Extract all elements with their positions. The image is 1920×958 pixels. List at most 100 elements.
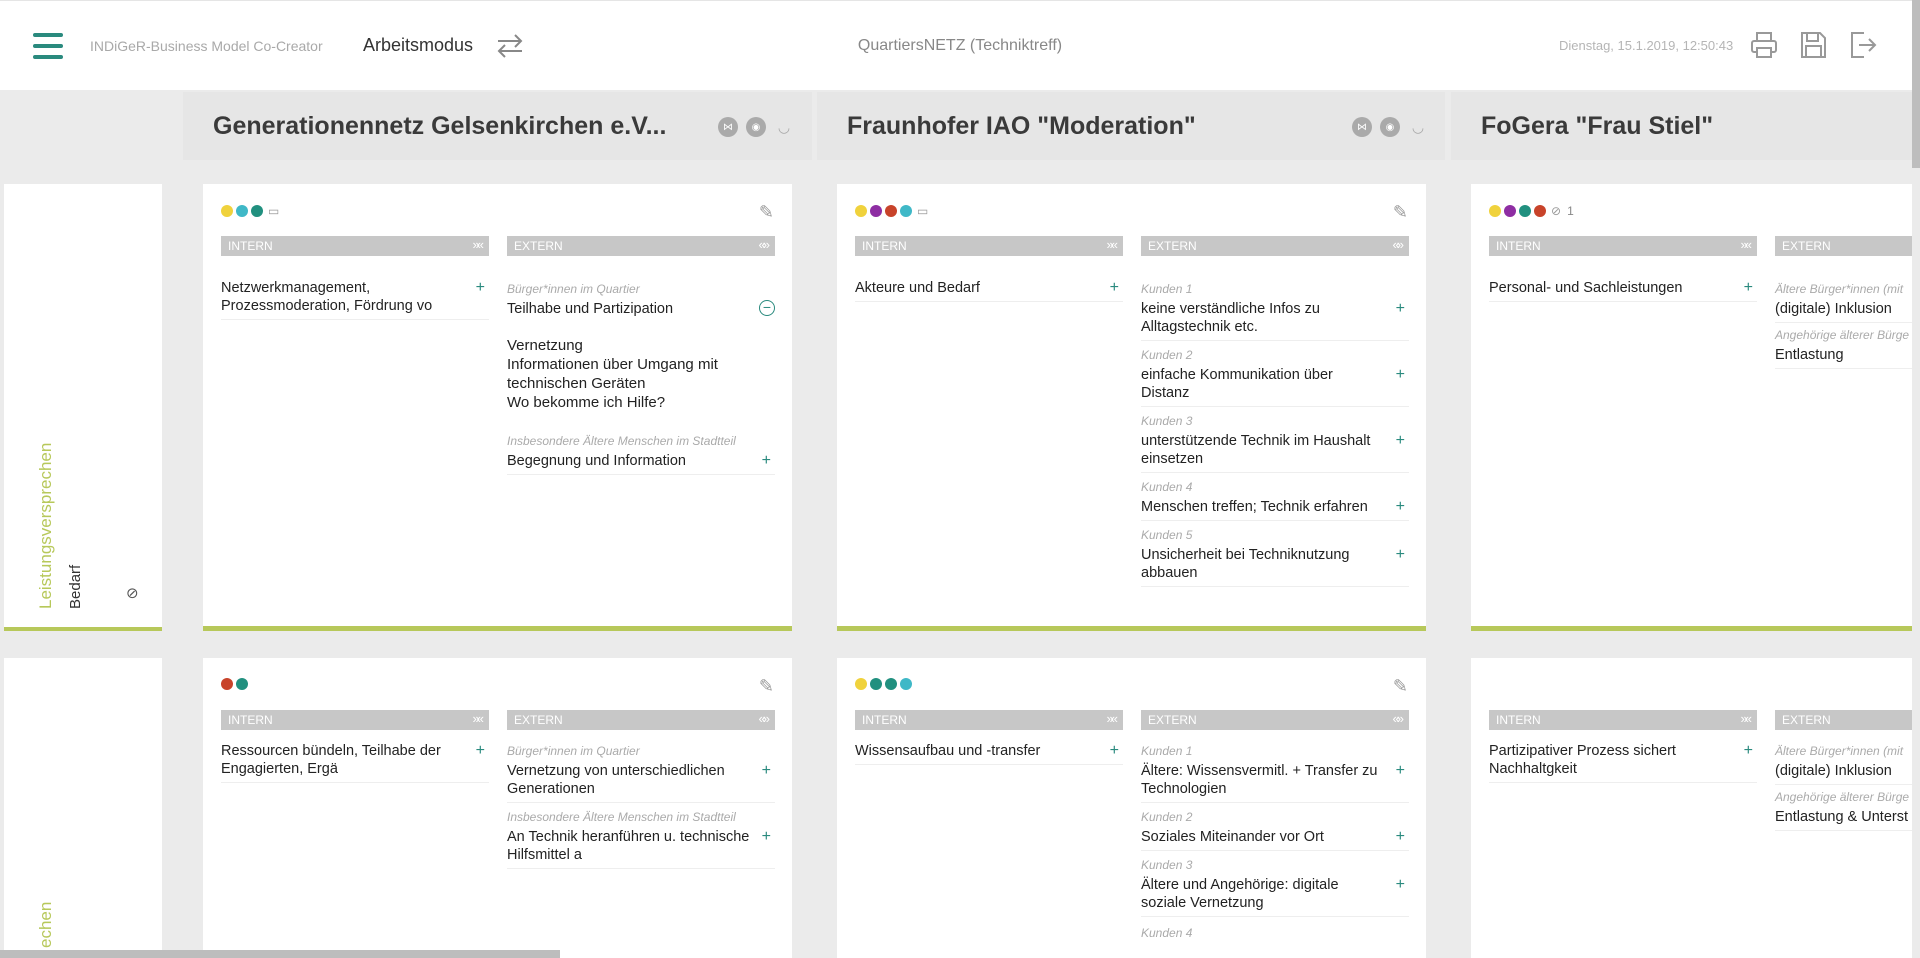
add-icon[interactable]: +	[1396, 366, 1405, 384]
expand-icon[interactable]: ◉	[1380, 117, 1400, 137]
tab-extern[interactable]: EXTERN	[1775, 710, 1912, 730]
tag-dot[interactable]	[221, 678, 233, 690]
extern-item[interactable]: Vernetzung von unterschiedlichen Generat…	[507, 762, 775, 803]
extern-item[interactable]: Entlastung & Unterst	[1775, 808, 1912, 831]
edit-pencil-icon[interactable]: ✎	[759, 202, 774, 223]
tab-intern[interactable]: INTERN »«	[1489, 236, 1757, 256]
tag-dot[interactable]	[221, 205, 233, 217]
extern-item[interactable]: Entlastung	[1775, 346, 1912, 369]
tab-intern[interactable]: INTERN »«	[855, 710, 1123, 730]
extern-item[interactable]: Unsicherheit bei Techniknutzung abbauen +	[1141, 546, 1409, 587]
datetime: Dienstag, 15.1.2019, 12:50:43	[1559, 38, 1734, 53]
extern-item[interactable]: Soziales Miteinander vor Ort +	[1141, 828, 1409, 851]
tag-dot[interactable]	[1534, 205, 1546, 217]
tag-dot[interactable]	[236, 205, 248, 217]
tag-dot[interactable]	[251, 205, 263, 217]
horizontal-scrollbar[interactable]	[0, 950, 560, 958]
add-icon[interactable]: +	[1396, 876, 1405, 894]
extern-item[interactable]: Menschen treffen; Technik erfahren +	[1141, 498, 1409, 521]
extern-item[interactable]: Ältere: Wissensvermitl. + Transfer zu Te…	[1141, 762, 1409, 803]
tab-intern[interactable]: INTERN »«	[1489, 710, 1757, 730]
extern-item[interactable]: (digitale) Inklusion	[1775, 300, 1912, 323]
tag-dot[interactable]	[1489, 205, 1501, 217]
tab-extern[interactable]: EXTERN «»	[1141, 710, 1409, 730]
customer-label: Kunden 2	[1141, 348, 1193, 362]
vertical-scrollbar[interactable]	[1912, 0, 1920, 168]
intern-item[interactable]: Ressourcen bündeln, Teilhabe der Engagie…	[221, 742, 489, 783]
customer-group-label: Ältere Bürger*innen (mit	[1775, 282, 1904, 296]
add-icon[interactable]: +	[1396, 546, 1405, 564]
collapse-icon[interactable]: ⋈	[1352, 117, 1372, 137]
add-icon[interactable]: +	[1744, 742, 1753, 760]
add-icon[interactable]: +	[1744, 279, 1753, 297]
tag-dot[interactable]	[870, 205, 882, 217]
tag-dot[interactable]	[236, 678, 248, 690]
intern-item[interactable]: Personal- und Sachleistungen +	[1489, 279, 1757, 302]
link-icon[interactable]: ⊘	[1551, 204, 1561, 218]
menu-icon[interactable]	[33, 33, 63, 59]
canvas-cell: INTERN »« EXTERN Partizipativer Prozess s…	[1471, 658, 1912, 958]
customer-label: Kunden 5	[1141, 528, 1193, 542]
hide-eye-icon[interactable]: ⊘	[126, 584, 139, 602]
tag-dot[interactable]	[870, 678, 882, 690]
add-icon[interactable]: +	[1396, 762, 1405, 780]
canvas-board: Generationennetz Gelsenkirchen e.V... ⋈ …	[0, 90, 1920, 958]
save-icon[interactable]	[1797, 29, 1829, 61]
row-header: Leistungsversprechen Bedarf ⊘	[4, 184, 162, 631]
intern-item[interactable]: Netzwerkmanagement, Prozessmoderation, F…	[221, 279, 489, 320]
comment-icon[interactable]: ▭	[268, 204, 279, 218]
intern-item[interactable]: Wissensaufbau und -transfer +	[855, 742, 1123, 765]
swap-arrows-icon[interactable]	[494, 31, 526, 61]
tab-intern[interactable]: INTERN »«	[221, 236, 489, 256]
add-icon[interactable]: +	[1396, 828, 1405, 846]
tab-intern[interactable]: INTERN »«	[855, 236, 1123, 256]
expand-icon[interactable]: ◉	[746, 117, 766, 137]
extern-item[interactable]: unterstützende Technik im Haushalt einse…	[1141, 432, 1409, 473]
tag-dot[interactable]	[855, 205, 867, 217]
add-icon[interactable]: +	[1396, 498, 1405, 516]
add-icon[interactable]: +	[762, 762, 771, 780]
extern-item[interactable]: keine verständliche Infos zu Alltagstech…	[1141, 300, 1409, 341]
comment-icon[interactable]: ▭	[917, 204, 928, 218]
tab-intern[interactable]: INTERN »«	[221, 710, 489, 730]
color-tags: ▭	[855, 204, 928, 218]
tab-extern[interactable]: EXTERN «»	[1141, 236, 1409, 256]
edit-pencil-icon[interactable]: ✎	[1393, 202, 1408, 223]
add-icon[interactable]: +	[1110, 742, 1119, 760]
logout-icon[interactable]	[1846, 29, 1878, 61]
add-icon[interactable]: +	[1396, 300, 1405, 318]
tag-dot[interactable]	[900, 678, 912, 690]
row-subtitle: Bedarf	[67, 564, 84, 609]
tab-extern[interactable]: EXTERN	[1775, 236, 1912, 256]
tab-extern[interactable]: EXTERN «»	[507, 710, 775, 730]
extern-item[interactable]: (digitale) Inklusion	[1775, 762, 1912, 785]
hide-eye-icon[interactable]: ◡	[1408, 117, 1428, 137]
add-icon[interactable]: +	[476, 279, 485, 297]
intern-item[interactable]: Akteure und Bedarf +	[855, 279, 1123, 302]
collapse-icon[interactable]: ⋈	[718, 117, 738, 137]
tag-dot[interactable]	[885, 205, 897, 217]
add-icon[interactable]: +	[1110, 279, 1119, 297]
hide-eye-icon[interactable]: ◡	[774, 117, 794, 137]
tag-dot[interactable]	[855, 678, 867, 690]
extern-item[interactable]: Begegnung und Information +	[507, 452, 775, 475]
edit-pencil-icon[interactable]: ✎	[759, 676, 774, 697]
edit-pencil-icon[interactable]: ✎	[1393, 676, 1408, 697]
print-icon[interactable]	[1748, 29, 1780, 61]
extern-item[interactable]: An Technik heranführen u. technische Hil…	[507, 828, 775, 869]
extern-item[interactable]: Teilhabe und Partizipation −	[507, 300, 775, 322]
tag-dot[interactable]	[1519, 205, 1531, 217]
extern-item[interactable]: einfache Kommunikation über Distanz +	[1141, 366, 1409, 407]
add-icon[interactable]: +	[762, 828, 771, 846]
intern-item[interactable]: Partizipativer Prozess sichert Nachhaltg…	[1489, 742, 1757, 783]
collapse-item-icon[interactable]: −	[759, 300, 775, 316]
customer-group-label: Insbesondere Ältere Menschen im Stadttei…	[507, 810, 736, 824]
tag-dot[interactable]	[900, 205, 912, 217]
extern-item[interactable]: Ältere und Angehörige: digitale soziale …	[1141, 876, 1409, 917]
add-icon[interactable]: +	[1396, 432, 1405, 450]
add-icon[interactable]: +	[476, 742, 485, 760]
add-icon[interactable]: +	[762, 452, 771, 470]
tag-dot[interactable]	[885, 678, 897, 690]
tag-dot[interactable]	[1504, 205, 1516, 217]
tab-extern[interactable]: EXTERN «»	[507, 236, 775, 256]
